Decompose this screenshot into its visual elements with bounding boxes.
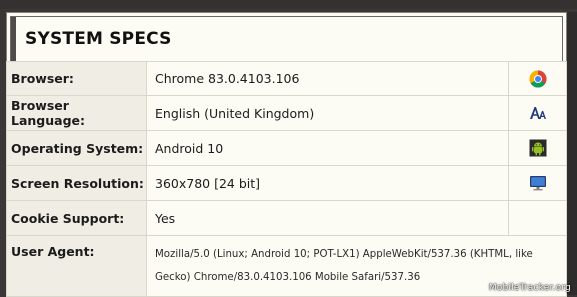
watermark: MobileTracker.org: [488, 283, 571, 293]
row-value: Yes: [146, 200, 509, 236]
top-bar: [0, 0, 577, 9]
android-icon: [528, 138, 548, 158]
row-label-text: Operating System:: [11, 140, 144, 156]
row-label: Cookie Support:: [6, 200, 147, 236]
row-value: Chrome 83.0.4103.106: [146, 61, 509, 96]
chrome-icon: [528, 69, 548, 89]
row-label-text: Browser Language:: [11, 98, 86, 128]
row-label: Operating System:: [6, 130, 147, 166]
row-label: Screen Resolution:: [6, 165, 147, 201]
row-icon-cell: [508, 95, 567, 131]
table-row-browser-language: Browser Language: English (United Kingdo…: [6, 95, 567, 131]
row-label-text: Screen Resolution:: [11, 175, 144, 191]
row-value: 360x780 [24 bit]: [146, 165, 509, 201]
user-agent-text: Mozilla/5.0 (Linux; Android 10; POT-LX1)…: [155, 249, 533, 283]
page-title: SYSTEM SPECS: [25, 29, 172, 49]
font-size-icon: [528, 103, 548, 123]
row-label-text: Browser:: [11, 71, 74, 86]
page-edge: [567, 12, 577, 295]
table-row-user-agent: User Agent: Mozilla/5.0 (Linux; Android …: [6, 235, 567, 297]
row-label-text: Cookie Support:: [11, 210, 125, 226]
row-label: User Agent:: [6, 235, 147, 297]
row-value: Android 10: [146, 130, 509, 166]
row-label: Browser:: [6, 61, 147, 96]
table-row-browser: Browser: Chrome 83.0.4103.106: [6, 61, 567, 96]
row-icon-cell: [508, 130, 567, 166]
section-header: SYSTEM SPECS: [10, 16, 563, 63]
row-label: Browser Language:: [6, 95, 147, 131]
system-specs-card: SYSTEM SPECS Browser: Chrome 83.0.4103.1…: [6, 12, 567, 297]
table-row-cookie-support: Cookie Support: Yes: [6, 200, 567, 236]
monitor-icon: [528, 173, 548, 193]
row-icon-cell: [508, 61, 567, 96]
row-value: English (United Kingdom): [146, 95, 509, 131]
table-row-operating-system: Operating System: Android 10: [6, 130, 567, 166]
row-icon-cell: [508, 200, 567, 236]
table-row-screen-resolution: Screen Resolution: 360x780 [24 bit]: [6, 165, 567, 201]
row-label-text: User Agent:: [11, 244, 95, 259]
specs-table: Browser: Chrome 83.0.4103.106 Browser La…: [6, 61, 567, 297]
row-icon-cell: [508, 165, 567, 201]
